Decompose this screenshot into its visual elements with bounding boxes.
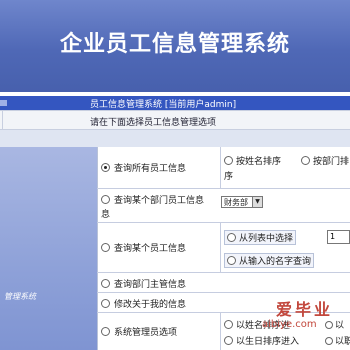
option-edit-my-info[interactable]: 修改关于我的信息 — [101, 297, 186, 310]
chevron-down-icon[interactable]: ▼ — [252, 197, 262, 207]
lookup-from-list-label: 从列表中选择 — [239, 234, 294, 244]
option-dept-employees[interactable]: 查询某个部门员工信息 — [101, 193, 204, 206]
option-one-employee[interactable]: 查询某个员工信息 — [101, 241, 186, 254]
sort-by-dept[interactable]: 按部门排 — [301, 154, 349, 167]
admin-right-a-label: 以 — [335, 321, 345, 331]
watermark-url: aibiye.com — [262, 319, 317, 330]
radio-icon[interactable] — [101, 299, 110, 308]
current-user-text: 员工信息管理系统 [当前用户admin] — [90, 100, 237, 110]
option-row-dept-heads: 查询部门主管信息 — [97, 273, 350, 293]
sort-by-dept-label: 按部门排 — [313, 157, 350, 167]
option-label: 修改关于我的信息 — [114, 300, 187, 310]
dept-select-value: 财务部 — [224, 198, 248, 207]
instruction-text: 请在下面选择员工信息管理选项 — [90, 118, 217, 128]
option-label: 系统管理员选项 — [114, 328, 178, 338]
radio-icon[interactable] — [101, 195, 110, 204]
admin-sort-date-label: 以生日排序进入 — [236, 337, 300, 347]
spacer-row — [0, 130, 350, 147]
radio-icon[interactable] — [325, 337, 333, 345]
radio-icon[interactable] — [101, 327, 110, 336]
dept-select[interactable]: 财务部 ▼ — [221, 196, 263, 208]
sidebar-label: 管理系统 — [4, 292, 36, 301]
admin-right-b-label: 以职 — [335, 337, 350, 347]
bar-marker — [0, 100, 7, 106]
radio-icon[interactable] — [101, 279, 110, 288]
sort-by-name-label: 按姓名排序 — [236, 157, 282, 167]
radio-icon[interactable] — [301, 156, 310, 165]
lookup-from-name-label: 从输入的名字查询 — [239, 257, 312, 267]
option-label-wrap: 息 — [101, 210, 111, 220]
instruction-row: 请在下面选择员工信息管理选项 — [0, 110, 350, 130]
option-label: 查询部门主管信息 — [114, 280, 187, 290]
radio-icon[interactable] — [224, 156, 233, 165]
watermark: 爱毕业 — [276, 300, 334, 319]
header-bar: 员工信息管理系统 [当前用户admin] — [0, 96, 350, 110]
employee-list-input[interactable]: 1 — [327, 230, 350, 244]
sort-by-name[interactable]: 按姓名排序 — [224, 154, 281, 167]
lookup-from-list[interactable]: 从列表中选择 — [224, 230, 297, 245]
radio-icon[interactable] — [325, 321, 333, 329]
radio-icon[interactable] — [227, 233, 236, 242]
left-sidebar: 管理系统 — [0, 147, 97, 350]
option-label: 查询某个员工信息 — [114, 244, 187, 254]
option-dept-heads[interactable]: 查询部门主管信息 — [101, 277, 186, 290]
radio-icon[interactable] — [101, 163, 110, 172]
sort-wrap-text: 序 — [224, 172, 234, 182]
app-title: 企业员工信息管理系统 — [59, 31, 290, 57]
option-label: 查询所有员工信息 — [114, 164, 187, 174]
option-all-employees[interactable]: 查询所有员工信息 — [101, 161, 186, 174]
lookup-from-name-box: 从输入的名字查询 — [224, 253, 315, 268]
radio-icon[interactable] — [101, 243, 110, 252]
radio-icon[interactable] — [227, 256, 236, 265]
option-admin[interactable]: 系统管理员选项 — [101, 325, 177, 338]
title-banner: 企业员工信息管理系统 — [0, 0, 350, 92]
radio-icon[interactable] — [224, 320, 233, 329]
sort-options: 按姓名排序 按部门排 序 — [220, 147, 350, 189]
instruction-cell — [0, 111, 3, 129]
lookup-from-list-box: 从列表中选择 — [224, 230, 297, 245]
option-label: 查询某个部门员工信息 — [114, 196, 205, 206]
admin-sort-date[interactable]: 以生日排序进入 — [224, 334, 299, 347]
radio-icon[interactable] — [224, 336, 233, 345]
admin-right-b[interactable]: 以职 — [325, 334, 350, 347]
lookup-from-name[interactable]: 从输入的名字查询 — [224, 253, 315, 268]
